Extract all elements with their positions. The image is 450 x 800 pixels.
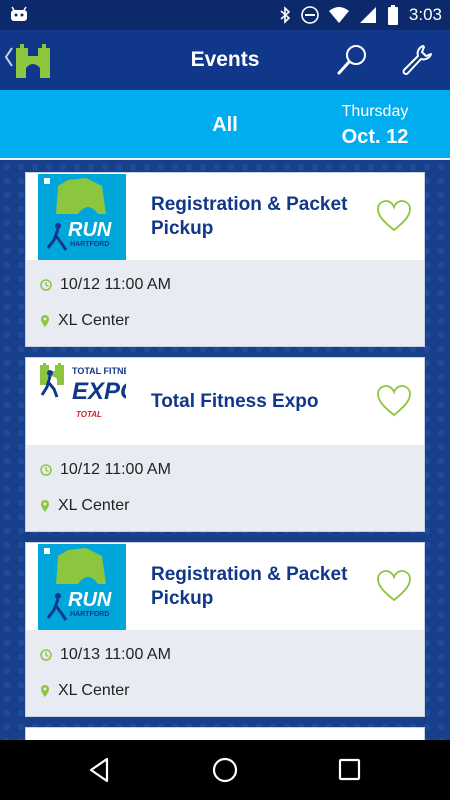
tab-day-of-week: Thursday [341,103,409,120]
tab-date-label: Oct. 12 [341,126,409,148]
android-icon [11,6,27,21]
thumb-sponsor-text: TOTAL [76,410,102,419]
settings-wrench-icon[interactable] [399,42,435,78]
tab-date-oct-12[interactable]: Thursday Oct. 12 [300,90,450,160]
home-circle-icon[interactable] [210,755,240,785]
back-chevron-icon[interactable] [4,46,14,68]
battery-icon [387,5,398,25]
dnd-icon [301,6,319,24]
thumb-hartford-text: HARTFORD [70,611,109,618]
event-list[interactable]: RUN HARTFORD Registration & Packet Picku… [0,160,450,740]
event-name[interactable]: Registration & Packet Pickup [151,173,366,260]
bluetooth-icon [280,6,291,24]
favorite-heart-icon[interactable] [376,200,412,232]
event-time-row: 10/13 11:00 AM [40,646,171,664]
status-time: 3:03 [408,5,442,24]
location-pin-icon [41,685,49,697]
clock-icon [40,464,52,476]
event-name[interactable]: Total Fitness Expo [151,358,366,445]
event-location: XL Center [58,312,130,329]
favorite-heart-icon[interactable] [376,385,412,417]
event-card[interactable]: RUN HARTFORD Registration & Packet Picku… [25,542,425,717]
thumb-run-text: RUN [68,589,112,611]
navigation-bar [0,740,450,800]
thumb-hartford-text: HARTFORD [70,241,109,248]
page-title: Events [190,48,260,71]
event-location-row: XL Center [40,682,129,700]
thumb-expo-text: EXPO [72,378,126,405]
event-time: 10/12 11:00 AM [60,276,171,293]
thumb-expo-top-text: TOTAL FITNESS [72,366,126,376]
location-pin-icon [41,500,49,512]
status-bar: 3:03 [0,0,450,30]
event-card[interactable]: TOTAL FITNESS EXPO TOTAL Total Fitness E… [25,357,425,532]
event-time-row: 10/12 11:00 AM [40,461,171,479]
run-hartford-logo: RUN HARTFORD [38,174,126,260]
clock-icon [40,279,52,291]
tab-bar: All Thursday Oct. 12 [0,90,450,160]
event-location: XL Center [58,497,130,514]
event-time-row: 10/12 11:00 AM [40,276,171,294]
event-location-row: XL Center [40,312,129,330]
event-time: 10/12 11:00 AM [60,461,171,478]
recents-square-icon[interactable] [335,755,365,785]
signal-icon [359,7,376,23]
run-hartford-logo: RUN HARTFORD [38,544,126,630]
event-time: 10/13 11:00 AM [60,646,171,663]
event-location: XL Center [58,682,130,699]
location-pin-icon [41,315,49,327]
total-fitness-expo-logo: TOTAL FITNESS EXPO TOTAL [38,359,126,445]
event-name[interactable]: Registration & Packet Pickup [151,543,366,630]
thumb-run-text: RUN [68,219,112,241]
app-bar: Events [0,30,450,90]
app-logo-castle-icon[interactable] [14,42,52,78]
clock-icon [40,649,52,661]
event-card[interactable]: RUN HARTFORD Registration & Packet Picku… [25,172,425,347]
tab-all[interactable]: All [150,90,300,160]
event-location-row: XL Center [40,497,129,515]
event-card-partial[interactable] [25,727,425,740]
back-triangle-icon[interactable] [85,755,115,785]
favorite-heart-icon[interactable] [376,570,412,602]
search-icon[interactable] [334,42,370,78]
wifi-icon [328,7,349,23]
